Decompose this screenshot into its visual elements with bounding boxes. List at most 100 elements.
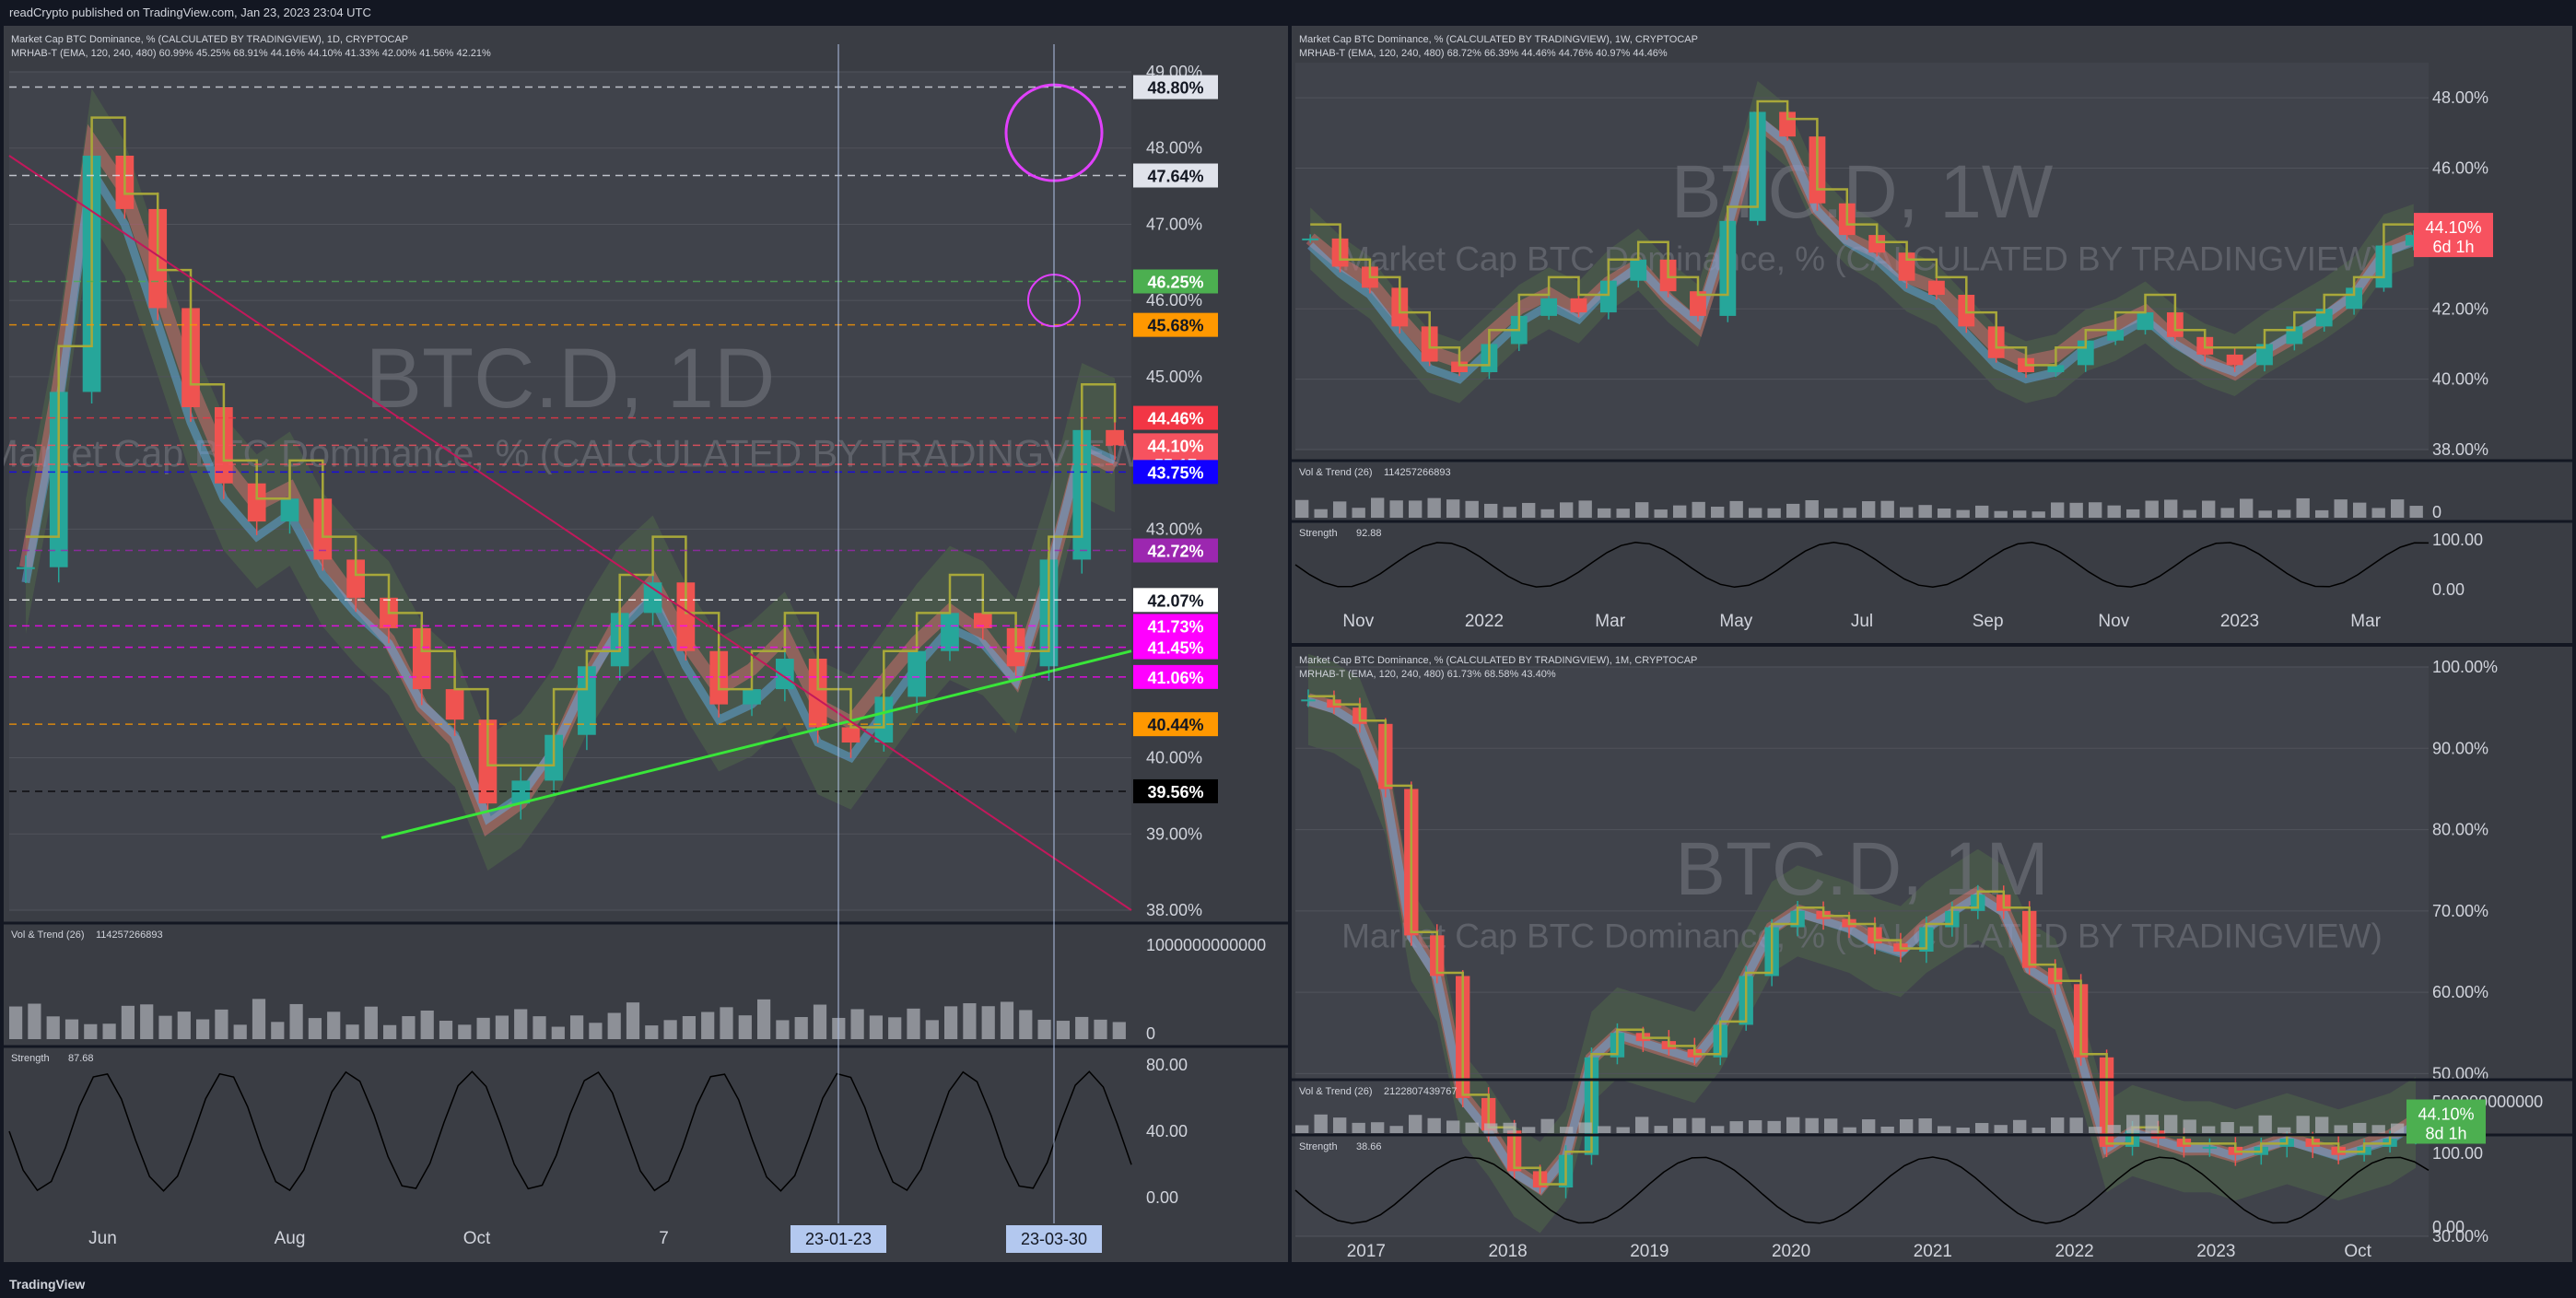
volume-bar [1711, 507, 1725, 518]
volume-bar [9, 1006, 23, 1039]
volume-bar [2013, 1119, 2027, 1133]
x-tick-label: 2017 [1347, 1242, 1386, 1261]
daily-chart[interactable]: 49.00%48.00%47.00%46.00%45.00%43.00%40.0… [4, 26, 1288, 1262]
x-tick-label: 2023 [2196, 1242, 2235, 1261]
x-tick-label: 2021 [1914, 1242, 1952, 1261]
volume-bar [1427, 497, 1441, 518]
candle-body [907, 650, 926, 697]
volume-bar [944, 1006, 958, 1039]
x-tick-label: Sep [1973, 612, 2004, 631]
volume-bar [215, 1009, 228, 1039]
volume-bar [1673, 505, 1687, 518]
strength-tick-label: 0.00 [1146, 1188, 1178, 1207]
x-tick-label: Oct [463, 1229, 491, 1248]
price-label-text: 42.07% [1147, 591, 1203, 610]
volume-bar [2145, 1115, 2159, 1133]
strength-tick-label: 0.00 [2432, 580, 2465, 599]
volume-bar [682, 1016, 697, 1039]
candle-body [841, 727, 861, 743]
strength-pane-value: 92.88 [1356, 528, 1382, 539]
candle-body [511, 780, 531, 804]
y-tick-label: 47.00% [1146, 215, 1202, 233]
y-tick-label: 70.00% [2432, 902, 2488, 920]
volume-bar [1522, 502, 1536, 518]
volume-bar [1371, 497, 1385, 518]
volume-bar [1484, 503, 1498, 518]
x-tick-label: Mar [1595, 612, 1625, 631]
volume-bar [2334, 499, 2348, 518]
volume-bar [1333, 501, 1347, 518]
y-tick-label: 43.00% [1146, 520, 1202, 538]
date-marker-text: 23-03-30 [1021, 1230, 1087, 1248]
volume-bar [1540, 1118, 1554, 1133]
volume-bar [1409, 1115, 1423, 1133]
candle-body [2202, 1146, 2218, 1149]
volume-bar [64, 1019, 79, 1039]
volume-bar [1843, 1127, 1856, 1133]
date-marker-text: 23-01-23 [805, 1230, 872, 1248]
volume-bar [1824, 508, 1838, 518]
price-label-text: 40.44% [1147, 716, 1203, 734]
tradingview-logo[interactable]: TradingView [9, 1277, 85, 1292]
volume-bar [981, 1006, 995, 1039]
volume-bar [514, 1009, 528, 1039]
volume-bar [720, 1007, 733, 1039]
chart-watermark: BTC.D, 1D [366, 332, 776, 426]
volume-bar [1075, 1016, 1089, 1039]
volume-bar [2315, 1117, 2329, 1133]
volume-bar [1880, 1126, 1894, 1133]
volume-bar [925, 1020, 939, 1039]
volume-bar [701, 1012, 715, 1039]
volume-bar [1654, 509, 1668, 518]
volume-bar [1994, 1125, 2008, 1133]
candle-body [1302, 238, 1319, 240]
volume-bar [2258, 510, 2272, 518]
volume-bar [476, 1017, 490, 1039]
volume-bar [46, 1016, 60, 1039]
price-label-text: 41.06% [1147, 669, 1203, 687]
candle-body [1540, 298, 1558, 316]
x-tick-label: Jul [1851, 612, 1873, 631]
volume-bar [2220, 1122, 2234, 1133]
strength-pane-value: 87.68 [68, 1053, 94, 1064]
volume-bar [1465, 1122, 1479, 1133]
volume-bar [2013, 510, 2027, 518]
volume-bar [1786, 1117, 1800, 1133]
volume-bar [589, 1023, 603, 1039]
volume-bar [1446, 1120, 1460, 1133]
volume-bar [2164, 499, 2178, 518]
candle-body [643, 582, 662, 614]
candle-body [1106, 429, 1124, 446]
x-tick-label: 2023 [2220, 612, 2259, 631]
volume-bar [2107, 505, 2121, 518]
volume-bar [607, 1012, 621, 1039]
volume-bar [2069, 1117, 2083, 1133]
volume-bar [1484, 1123, 1498, 1133]
strength-tick-label: 100.00 [2432, 1144, 2483, 1163]
volume-bar [2409, 506, 2423, 518]
price-label-text: 41.73% [1147, 617, 1203, 636]
monthly-chart[interactable]: 100.00%90.00%80.00%70.00%60.00%50.00%30.… [1292, 647, 2572, 1262]
volume-bar [1598, 508, 1611, 518]
volume-bar [1862, 501, 1876, 518]
volume-bar [1295, 1125, 1309, 1133]
volume-bar [794, 1017, 808, 1039]
volume-bar [1560, 502, 1574, 518]
strength-tick-label: 100.00 [2432, 531, 2483, 549]
volume-bar [364, 1006, 378, 1039]
x-tick-label: Oct [2344, 1242, 2371, 1261]
candle-body [1928, 280, 1945, 295]
volume-bar [570, 1015, 584, 1039]
candle-body [941, 613, 959, 651]
volume-bar [1056, 1021, 1071, 1039]
volume-bar [2258, 1115, 2272, 1133]
volume-bar [2145, 500, 2159, 518]
vol-pane-title: Vol & Trend (26) [11, 930, 85, 941]
volume-bar [2126, 509, 2140, 518]
candle-body [1630, 259, 1647, 281]
weekly-chart[interactable]: 48.00%46.00%42.00%40.00%38.00%BTC.D, 1WM… [1292, 26, 2572, 643]
volume-bar [1314, 509, 1328, 518]
volume-bar [1522, 1127, 1536, 1133]
volume-bar [1560, 1127, 1574, 1133]
candle-body [1570, 298, 1587, 313]
